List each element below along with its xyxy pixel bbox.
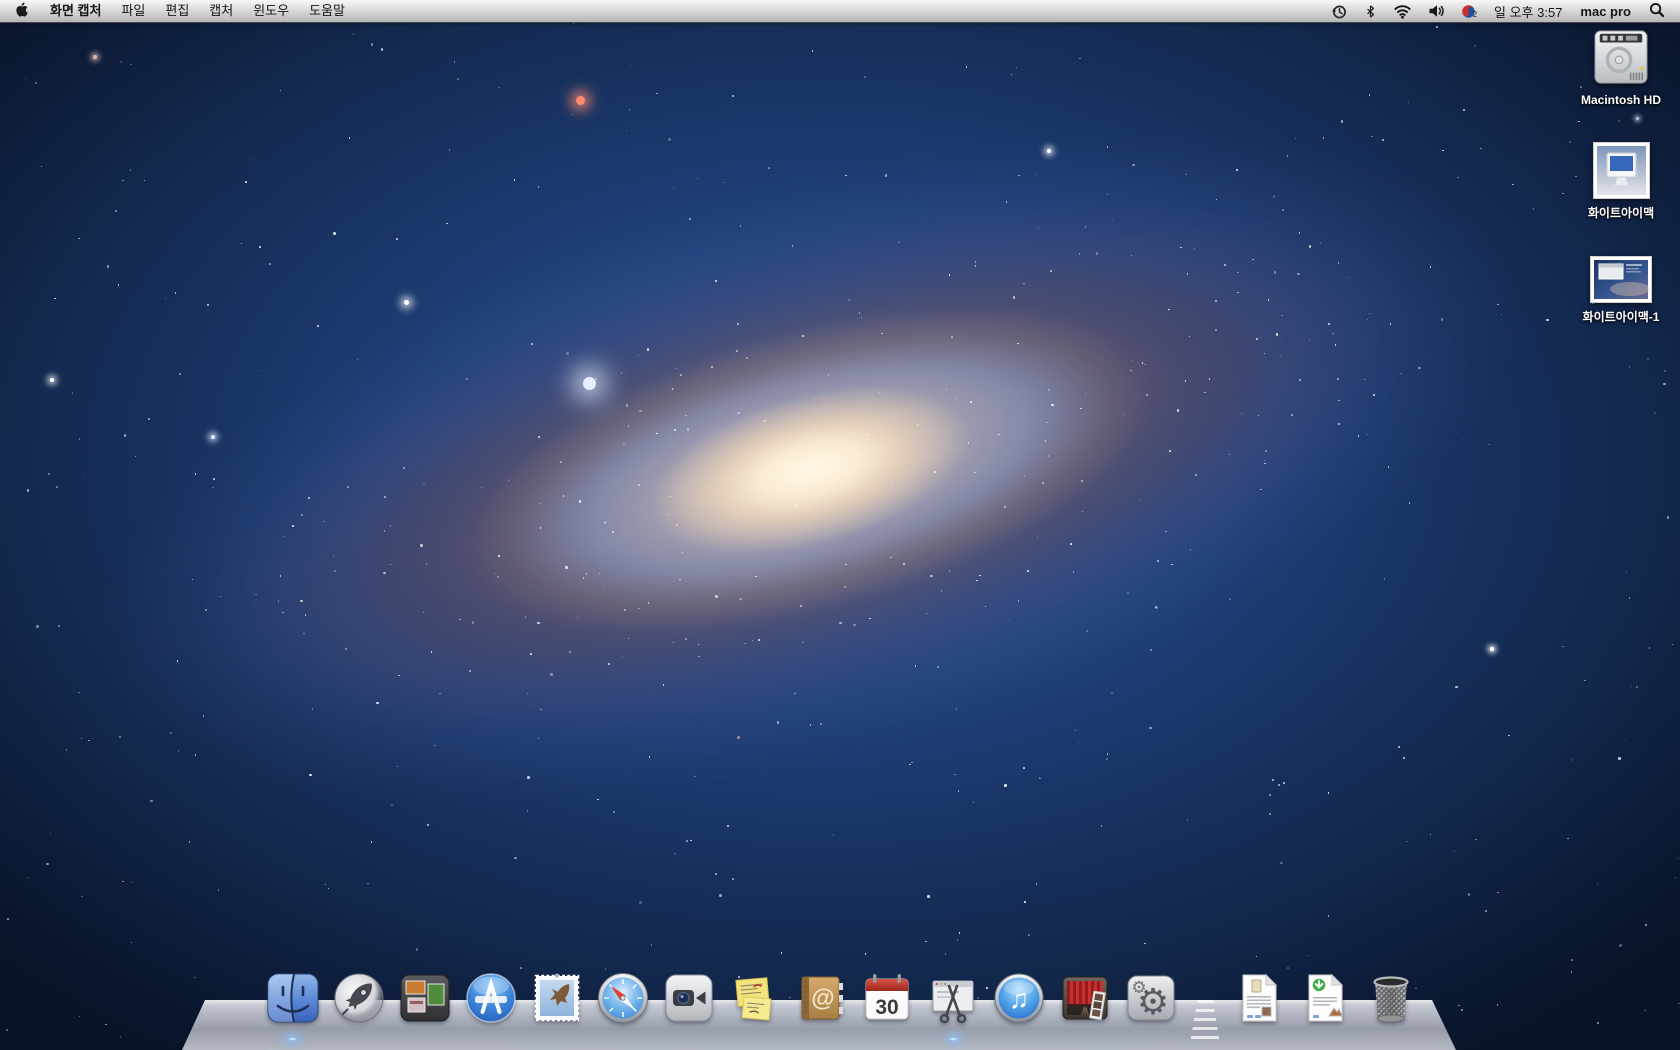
volume-icon [1428,3,1445,19]
calendar-day-number: 30 [875,996,898,1019]
hard-drive-icon [1592,26,1650,88]
menu-file[interactable]: 파일 [111,0,155,22]
menu-left: 화면 캡처 파일 편집 캡처 윈도우 도움말 [0,0,355,22]
wifi-menu[interactable] [1385,0,1420,22]
dock-document-1-icon[interactable] [1232,971,1286,1025]
desktop-icon-label: 화이트아이맥-1 [1583,308,1660,325]
menu-help[interactable]: 도움말 [299,0,355,22]
desktop-icon-whiteimac-1[interactable]: 화이트아이맥-1 [1556,256,1680,325]
menu-window[interactable]: 윈도우 [243,0,299,22]
image-file-icon [1590,256,1652,303]
dock-stickies-icon[interactable] [728,971,782,1025]
dock-safari-icon[interactable] [596,971,650,1025]
dock-itunes-icon[interactable]: ♫ [992,971,1046,1025]
dock-document-2-icon[interactable] [1298,971,1352,1025]
dock-system-preferences-icon[interactable]: ⚙ ⚙ [1124,971,1178,1025]
desktop-icon-whiteimac[interactable]: 화이트아이맥 [1556,142,1680,221]
bluetooth-icon [1364,3,1377,20]
spotlight-search-icon [1649,2,1665,18]
image-file-icon [1593,142,1650,199]
user-switch-menu[interactable]: mac pro [1571,4,1640,19]
grab-running-indicator [948,1037,959,1041]
volume-menu[interactable] [1420,0,1453,22]
input-source-menu[interactable]: 2 [1453,0,1485,22]
wifi-icon [1393,3,1412,19]
desktop-wallpaper [0,0,1680,1050]
desktop-icon-label: 화이트아이맥 [1588,204,1654,221]
dock-finder-icon[interactable] [266,971,320,1025]
apple-logo-icon [14,1,29,21]
finder-running-indicator [287,1037,298,1041]
dock-address-book-icon[interactable]: @ [794,971,848,1025]
menu-clock[interactable]: 일 오후 3:57 [1485,2,1571,21]
dock-divider [1190,1000,1220,1044]
dock-facetime-icon[interactable] [662,971,716,1025]
dock: @ 30 [0,964,1680,1050]
dock-photo-booth-icon[interactable] [1058,971,1112,1025]
dock-ical-icon[interactable]: 30 [860,971,914,1025]
dock-app-store-icon[interactable] [464,971,518,1025]
at-symbol-glyph: @ [811,985,834,1012]
music-note-glyph: ♫ [1009,984,1029,1014]
dock-launchpad-icon[interactable] [332,971,386,1025]
bluetooth-menu[interactable] [1356,0,1385,22]
spotlight-menu[interactable] [1640,2,1680,21]
time-machine-menu[interactable] [1323,0,1356,22]
desktop-icon-label: Macintosh HD [1581,93,1661,107]
star-field [0,0,1680,1050]
menu-capture[interactable]: 캡처 [199,0,243,22]
dock-icons-row: @ 30 [266,971,1418,1025]
menu-status-area: 2 일 오후 3:57 mac pro [1323,0,1680,22]
dock-trash-icon[interactable] [1364,971,1418,1025]
dock-mission-control-icon[interactable] [398,971,452,1025]
menu-app-name[interactable]: 화면 캡처 [40,0,111,22]
input-source-badge: 2 [1473,10,1477,22]
dock-mail-icon[interactable] [530,971,584,1025]
menu-edit[interactable]: 편집 [155,0,199,22]
large-gear-glyph: ⚙ [1137,981,1169,1022]
menu-bar: 화면 캡처 파일 편집 캡처 윈도우 도움말 [0,0,1680,23]
apple-menu[interactable] [0,0,40,22]
dock-grab-icon[interactable] [926,971,980,1025]
desktop-icon-macintosh-hd[interactable]: Macintosh HD [1556,26,1680,107]
time-machine-icon [1331,3,1348,20]
